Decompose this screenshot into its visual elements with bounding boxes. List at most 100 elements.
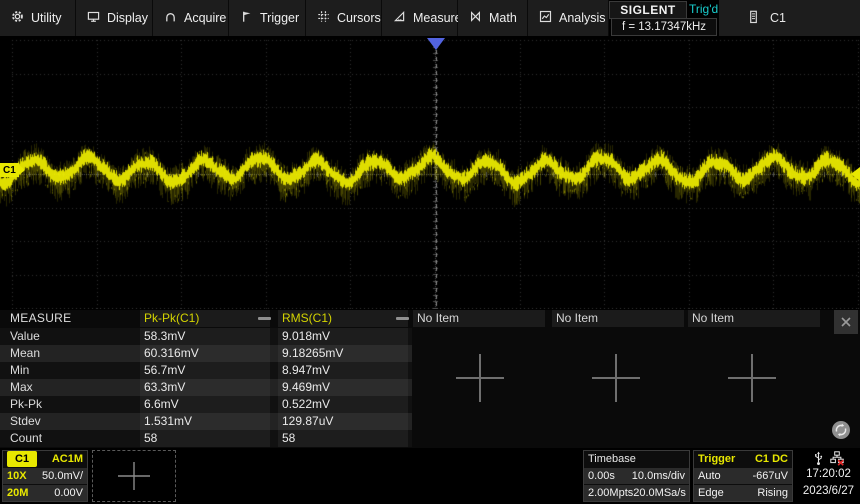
timebase-sample-rate: 20.0MSa/s	[633, 485, 686, 501]
usb-icon	[813, 451, 824, 466]
measure-value-cell: 9.18265mV	[278, 345, 408, 362]
brand-text: SIGLENT	[620, 3, 676, 17]
timebase-memory-depth: 2.00Mpts	[588, 485, 633, 501]
measure-row-label: Max	[10, 379, 33, 396]
math-icon	[469, 10, 482, 26]
measure-row-pk-pk: Pk-Pk 6.6mV 0.522mV	[0, 396, 412, 413]
siglent-logo: SIGLENT	[609, 1, 687, 19]
menu-item-utility[interactable]: Utility	[0, 0, 76, 36]
menu-item-label: Cursors	[337, 11, 381, 25]
measure-value-cell: 0.522mV	[278, 396, 408, 413]
menu-item-label: Utility	[31, 11, 62, 25]
close-icon	[839, 315, 853, 329]
empty-measure-column-header[interactable]: No Item	[413, 310, 545, 327]
acquire-icon	[164, 10, 177, 26]
waveform-display[interactable]	[0, 36, 860, 309]
measure-value-cell: 58.3mV	[140, 328, 270, 345]
channel-menu-label: C1	[770, 11, 786, 25]
add-measurement-button[interactable]	[720, 346, 784, 413]
measure-row-value: Value58.3mV9.018mV	[0, 328, 412, 345]
channel-bandwidth: 20M	[7, 485, 28, 501]
analysis-icon	[539, 10, 552, 26]
trigger-position-marker[interactable]	[427, 38, 445, 50]
timebase-descriptor-box[interactable]: Timebase 0.00s 10.0ms/div 2.00Mpts 20.0M…	[583, 450, 690, 502]
measure-value-cell: 9.469mV	[278, 379, 408, 396]
measure-icon	[393, 10, 406, 26]
channel-offset-value: 0.00V	[54, 485, 83, 501]
measure-row-count: Count5858	[0, 430, 412, 447]
menu-item-display[interactable]: Display	[76, 0, 153, 36]
empty-measure-column-header[interactable]: No Item	[688, 310, 820, 327]
measure-value-cell: 58	[278, 430, 408, 447]
channel-attenuation: 10X	[7, 468, 27, 484]
measure-value-cell: 6.6mV	[140, 396, 270, 413]
menu-item-analysis[interactable]: Analysis	[528, 0, 609, 36]
measure-value-cell: 60.316mV	[140, 345, 270, 362]
close-measure-button[interactable]	[834, 310, 858, 334]
system-status-box: 17:20:02 2023/6/27	[797, 450, 860, 502]
measure-panel: MEASURE Pk-Pk(C1)RMS(C1)No ItemNo ItemNo…	[0, 310, 860, 448]
collapse-column-handle[interactable]	[258, 317, 271, 320]
oscilloscope-screen: UtilityDisplayAcquireTriggerCursorsMeasu…	[0, 0, 860, 504]
menu-item-label: Display	[107, 11, 148, 25]
brand-block: SIGLENT Trig'd f = 13.17347kHz	[609, 0, 719, 36]
channel-name-chip: C1	[7, 451, 37, 467]
clock-date: 2023/6/27	[797, 483, 860, 500]
trigger-descriptor-box[interactable]: Trigger C1 DC Auto -667uV Edge Rising	[693, 450, 793, 502]
gear-icon	[11, 10, 24, 26]
measure-row-max: Max 63.3mV 9.469mV	[0, 379, 412, 396]
channel-scale: 50.0mV/	[42, 468, 83, 484]
measure-row-label: Mean	[10, 345, 40, 362]
measure-row-min: Min56.7mV8.947mV	[0, 362, 412, 379]
menu-item-math[interactable]: Math	[458, 0, 528, 36]
measure-column-header[interactable]: Pk-Pk(C1)	[140, 310, 270, 327]
add-measurement-button[interactable]	[584, 346, 648, 413]
measure-value-cell: 63.3mV	[140, 379, 270, 396]
trigger-level: -667uV	[753, 468, 788, 484]
measure-value-cell: 58	[140, 430, 270, 447]
channel-offset-marker[interactable]: C1	[0, 163, 19, 177]
measure-row-label: Min	[10, 362, 29, 379]
channel-descriptor-box[interactable]: C1 AC1M 10X 50.0mV/ 20M 0.00V	[2, 450, 88, 502]
measure-value-cell: 129.87uV	[278, 413, 408, 430]
frequency-readout: f = 13.17347kHz	[611, 18, 717, 36]
measure-row-label: Value	[10, 328, 40, 345]
add-channel-button[interactable]	[92, 450, 176, 502]
measure-row-label: Stdev	[10, 413, 41, 430]
menu-item-label: Math	[489, 11, 517, 25]
channel-menu-button[interactable]: C1	[719, 0, 860, 36]
channel-coupling: AC1M	[52, 451, 83, 467]
statistics-reset-icon[interactable]	[830, 419, 852, 444]
menu-item-acquire[interactable]: Acquire	[153, 0, 229, 36]
menu-item-trigger[interactable]: Trigger	[229, 0, 306, 36]
menu-item-cursors[interactable]: Cursors	[306, 0, 382, 36]
display-icon	[87, 10, 100, 26]
empty-measure-column-header[interactable]: No Item	[552, 310, 684, 327]
trigger-type: Edge	[698, 485, 724, 501]
flag-icon	[240, 10, 253, 26]
trigger-title: Trigger	[698, 451, 735, 467]
measure-value-cell: 1.531mV	[140, 413, 270, 430]
trigger-source: C1 DC	[755, 451, 788, 467]
trigger-mode: Auto	[698, 468, 721, 484]
measure-row-stdev: Stdev 1.531mV 129.87uV	[0, 413, 412, 430]
measure-row-label: Pk-Pk	[10, 396, 42, 413]
collapse-column-handle[interactable]	[396, 317, 409, 320]
add-measurement-button[interactable]	[448, 346, 512, 413]
menu-item-label: Measure	[413, 11, 462, 25]
measure-value-cell: 56.7mV	[140, 362, 270, 379]
trigger-level-marker[interactable]	[851, 167, 860, 181]
menu-item-label: Analysis	[559, 11, 606, 25]
clock-time: 17:20:02	[797, 466, 860, 483]
measure-panel-title: MEASURE	[10, 310, 71, 327]
list-icon	[747, 10, 760, 27]
timebase-delay: 0.00s	[588, 468, 615, 484]
trigger-slope: Rising	[757, 485, 788, 501]
plus-icon	[114, 458, 154, 494]
menu-item-measure[interactable]: Measure	[382, 0, 458, 36]
lan-disconnected-icon	[830, 451, 844, 466]
trigger-status-badge: Trig'd	[689, 2, 718, 16]
measure-column-header[interactable]: RMS(C1)	[278, 310, 408, 327]
timebase-scale: 10.0ms/div	[632, 468, 685, 484]
measure-row-mean: Mean 60.316mV 9.18265mV	[0, 345, 412, 362]
